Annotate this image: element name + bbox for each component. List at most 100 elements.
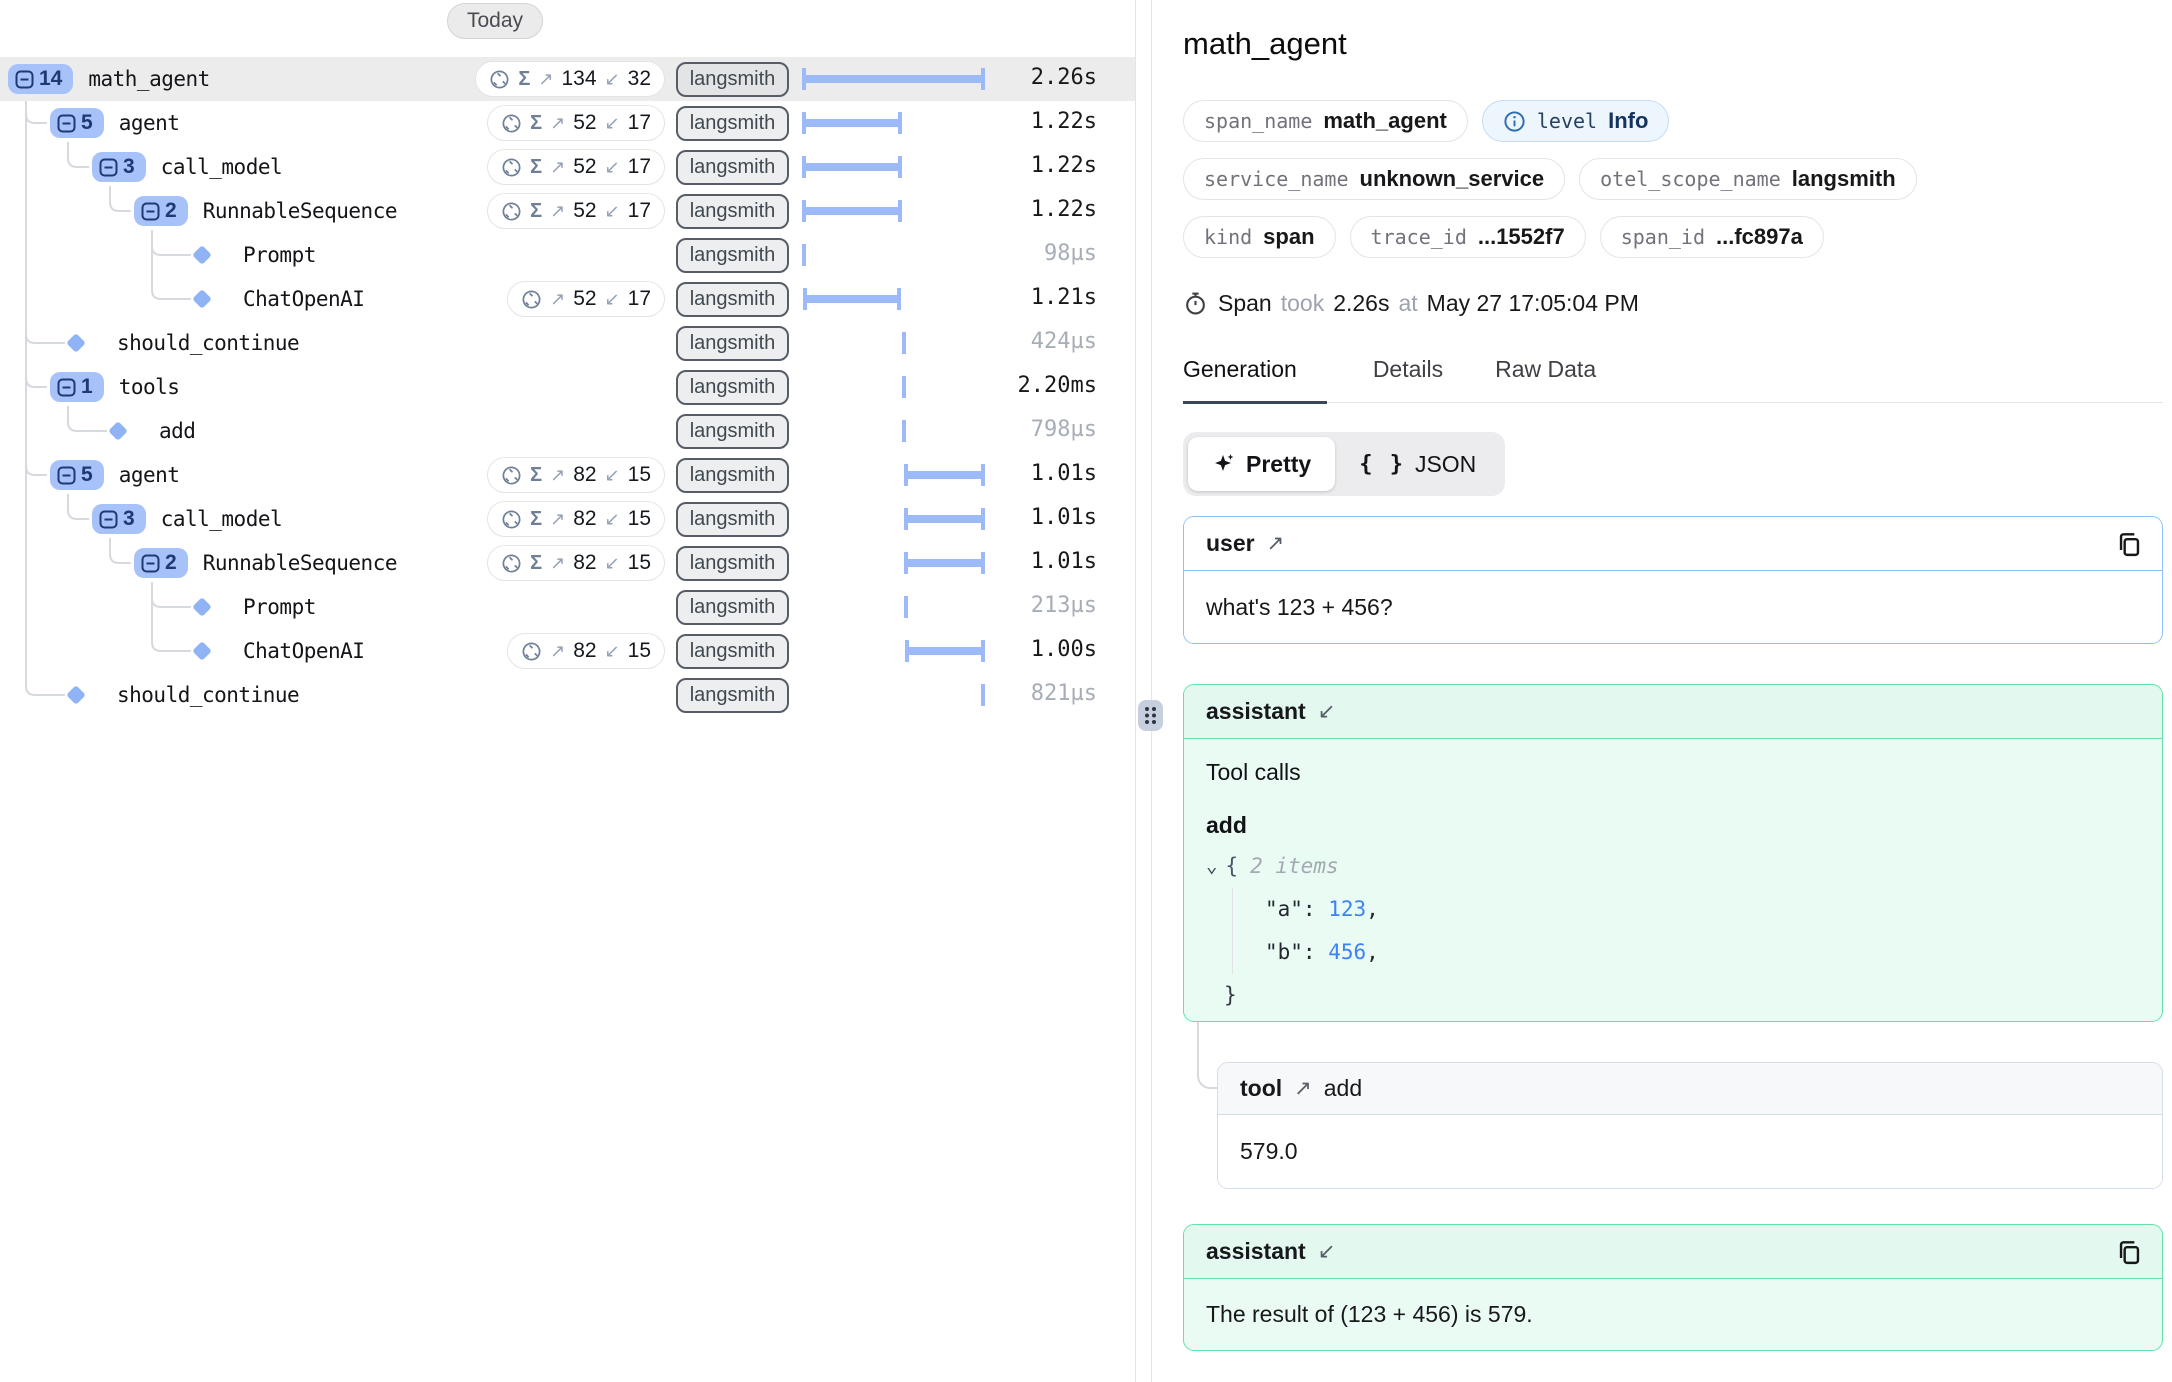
json-entry: "a": 123, — [1233, 888, 2140, 931]
trace-row-RunnableSequence[interactable]: 2RunnableSequenceΣ↗52↙17langsmith1.22s — [0, 189, 1135, 233]
trace-row-Prompt[interactable]: Promptlangsmith213µs — [0, 585, 1135, 629]
trace-row-call_model[interactable]: 3call_modelΣ↗52↙17langsmith1.22s — [0, 145, 1135, 189]
json-view-button[interactable]: { } JSON — [1335, 437, 1500, 491]
copy-button[interactable] — [2115, 1237, 2144, 1266]
collapse-badge[interactable]: 2 — [134, 196, 188, 226]
trace-row-add[interactable]: add langsmith 798µs — [0, 409, 1135, 453]
attribute-pill-row: kindspantrace_id...1552f7span_id...fc897… — [1183, 216, 1824, 258]
span-duration-summary: Spantook2.26satMay 27 17:05:04 PM — [1183, 290, 1639, 317]
trace-row-ChatOpenAI[interactable]: ChatOpenAI↗82↙15langsmith1.00s — [0, 629, 1135, 673]
langsmith-tag: langsmith — [676, 590, 789, 625]
token-usage-badge: Σ↗52↙17 — [487, 105, 665, 141]
span-name-label: add — [159, 419, 195, 443]
json-collapse-row[interactable]: ⌄ { 2 items — [1206, 845, 2140, 888]
input-tokens: 82 — [573, 551, 596, 575]
duration-gantt — [802, 156, 985, 178]
sigma-icon: Σ — [530, 200, 542, 223]
leaf-diamond-icon — [192, 597, 212, 617]
trace-row-math_agent[interactable]: 14math_agentΣ↗134↙32langsmith2.26s — [0, 57, 1135, 101]
user-message-card: user ↗ what's 123 + 456? — [1183, 516, 2163, 644]
trace-row-RunnableSequence[interactable]: 2RunnableSequenceΣ↗82↙15langsmith1.01s — [0, 541, 1135, 585]
json-key: "b": — [1265, 931, 1328, 974]
arrow-down-left-icon: ↙ — [1318, 1239, 1336, 1264]
collapse-badge[interactable]: 3 — [92, 152, 146, 182]
trace-row-tools[interactable]: 1toolslangsmith2.20ms — [0, 365, 1135, 409]
tab-details[interactable]: Details — [1373, 356, 1449, 402]
duration-gantt — [802, 640, 985, 662]
trace-row-ChatOpenAI[interactable]: ChatOpenAI↗52↙17langsmith1.21s — [0, 277, 1135, 321]
attribute-pill-row: service_nameunknown_serviceotel_scope_na… — [1183, 158, 1917, 200]
child-count: 14 — [39, 67, 62, 91]
summary-part: took — [1281, 290, 1324, 317]
langsmith-tag: langsmith — [676, 282, 789, 317]
duration-label: 821µs — [1031, 681, 1097, 706]
json-close-brace: } — [1224, 974, 1237, 1017]
attribute-key: level — [1537, 109, 1597, 133]
span-duration-text: Spantook2.26satMay 27 17:05:04 PM — [1218, 290, 1639, 317]
arrow-down-left-icon: ↙ — [1318, 699, 1336, 724]
token-coin-icon — [489, 69, 510, 90]
trace-row-agent[interactable]: 5agentΣ↗82↙15langsmith1.01s — [0, 453, 1135, 497]
tool-result-name: add — [1324, 1075, 1362, 1102]
collapse-icon — [99, 158, 118, 177]
pretty-view-button[interactable]: Pretty — [1188, 437, 1335, 491]
leaf-diamond-icon — [66, 333, 86, 353]
collapse-badge[interactable]: 14 — [8, 64, 73, 94]
collapse-badge[interactable]: 3 — [92, 504, 146, 534]
span-name-label: Prompt — [243, 243, 316, 267]
token-coin-icon — [501, 553, 522, 574]
tool-result-card: tool ↗ add 579.0 — [1217, 1062, 2163, 1189]
collapse-badge[interactable]: 1 — [50, 372, 104, 402]
attribute-pill-service_name: service_nameunknown_service — [1183, 158, 1565, 200]
trace-row-agent[interactable]: 5agentΣ↗52↙17langsmith1.22s — [0, 101, 1135, 145]
copy-button[interactable] — [2115, 529, 2144, 558]
token-usage-badge: ↗52↙17 — [507, 281, 665, 317]
role-label: tool — [1240, 1075, 1282, 1102]
tab-raw-data[interactable]: Raw Data — [1495, 356, 1602, 402]
json-comma: , — [1366, 888, 1379, 931]
duration-label: 2.26s — [1031, 65, 1097, 90]
langsmith-tag: langsmith — [676, 414, 789, 449]
duration-label: 1.01s — [1031, 505, 1097, 530]
collapse-badge[interactable]: 2 — [134, 548, 188, 578]
trace-row-should_continue[interactable]: should_continuelangsmith821µs — [0, 673, 1135, 717]
duration-gantt — [802, 200, 985, 222]
duration-label: 1.22s — [1031, 153, 1097, 178]
trace-row-should_continue[interactable]: should_continuelangsmith424µs — [0, 321, 1135, 365]
trace-row-Prompt[interactable]: Promptlangsmith98µs — [0, 233, 1135, 277]
sigma-icon: Σ — [530, 156, 542, 179]
duration-label: 1.00s — [1031, 637, 1097, 662]
attribute-pill-trace_id: trace_id...1552f7 — [1350, 216, 1586, 258]
collapse-icon — [57, 114, 76, 133]
duration-label: 1.01s — [1031, 549, 1097, 574]
child-count: 1 — [81, 375, 93, 399]
panel-resize-handle[interactable] — [1138, 700, 1163, 731]
attribute-value: ...fc897a — [1716, 224, 1803, 250]
tab-generation[interactable]: Generation — [1183, 356, 1327, 404]
trace-row-call_model[interactable]: 3call_modelΣ↗82↙15langsmith1.01s — [0, 497, 1135, 541]
collapse-badge[interactable]: 5 — [50, 108, 104, 138]
sigma-icon: Σ — [518, 68, 530, 91]
level-pill: levelInfo — [1482, 100, 1670, 142]
duration-gantt — [802, 112, 985, 134]
collapse-icon — [99, 510, 118, 529]
output-tokens-arrow-icon: ↙ — [605, 289, 620, 310]
token-usage-badge: Σ↗82↙15 — [487, 545, 665, 581]
today-date-chip[interactable]: Today — [447, 3, 543, 39]
langsmith-tag: langsmith — [676, 326, 789, 361]
input-tokens-arrow-icon: ↗ — [538, 69, 553, 90]
token-usage-badge: Σ↗134↙32 — [475, 61, 665, 97]
span-name-label: RunnableSequence — [203, 551, 397, 575]
output-tokens: 17 — [628, 287, 651, 311]
span-name-label: tools — [119, 375, 180, 399]
input-tokens: 134 — [562, 67, 597, 91]
input-tokens-arrow-icon: ↗ — [550, 465, 565, 486]
collapse-badge[interactable]: 5 — [50, 460, 104, 490]
json-value: 456 — [1328, 931, 1366, 974]
token-usage-badge: Σ↗82↙15 — [487, 457, 665, 493]
tool-call-name: add — [1206, 812, 2140, 839]
token-usage-badge: Σ↗52↙17 — [487, 149, 665, 185]
duration-label: 798µs — [1031, 417, 1097, 442]
sigma-icon: Σ — [530, 508, 542, 531]
tool-result-header: tool ↗ add — [1218, 1063, 2162, 1115]
